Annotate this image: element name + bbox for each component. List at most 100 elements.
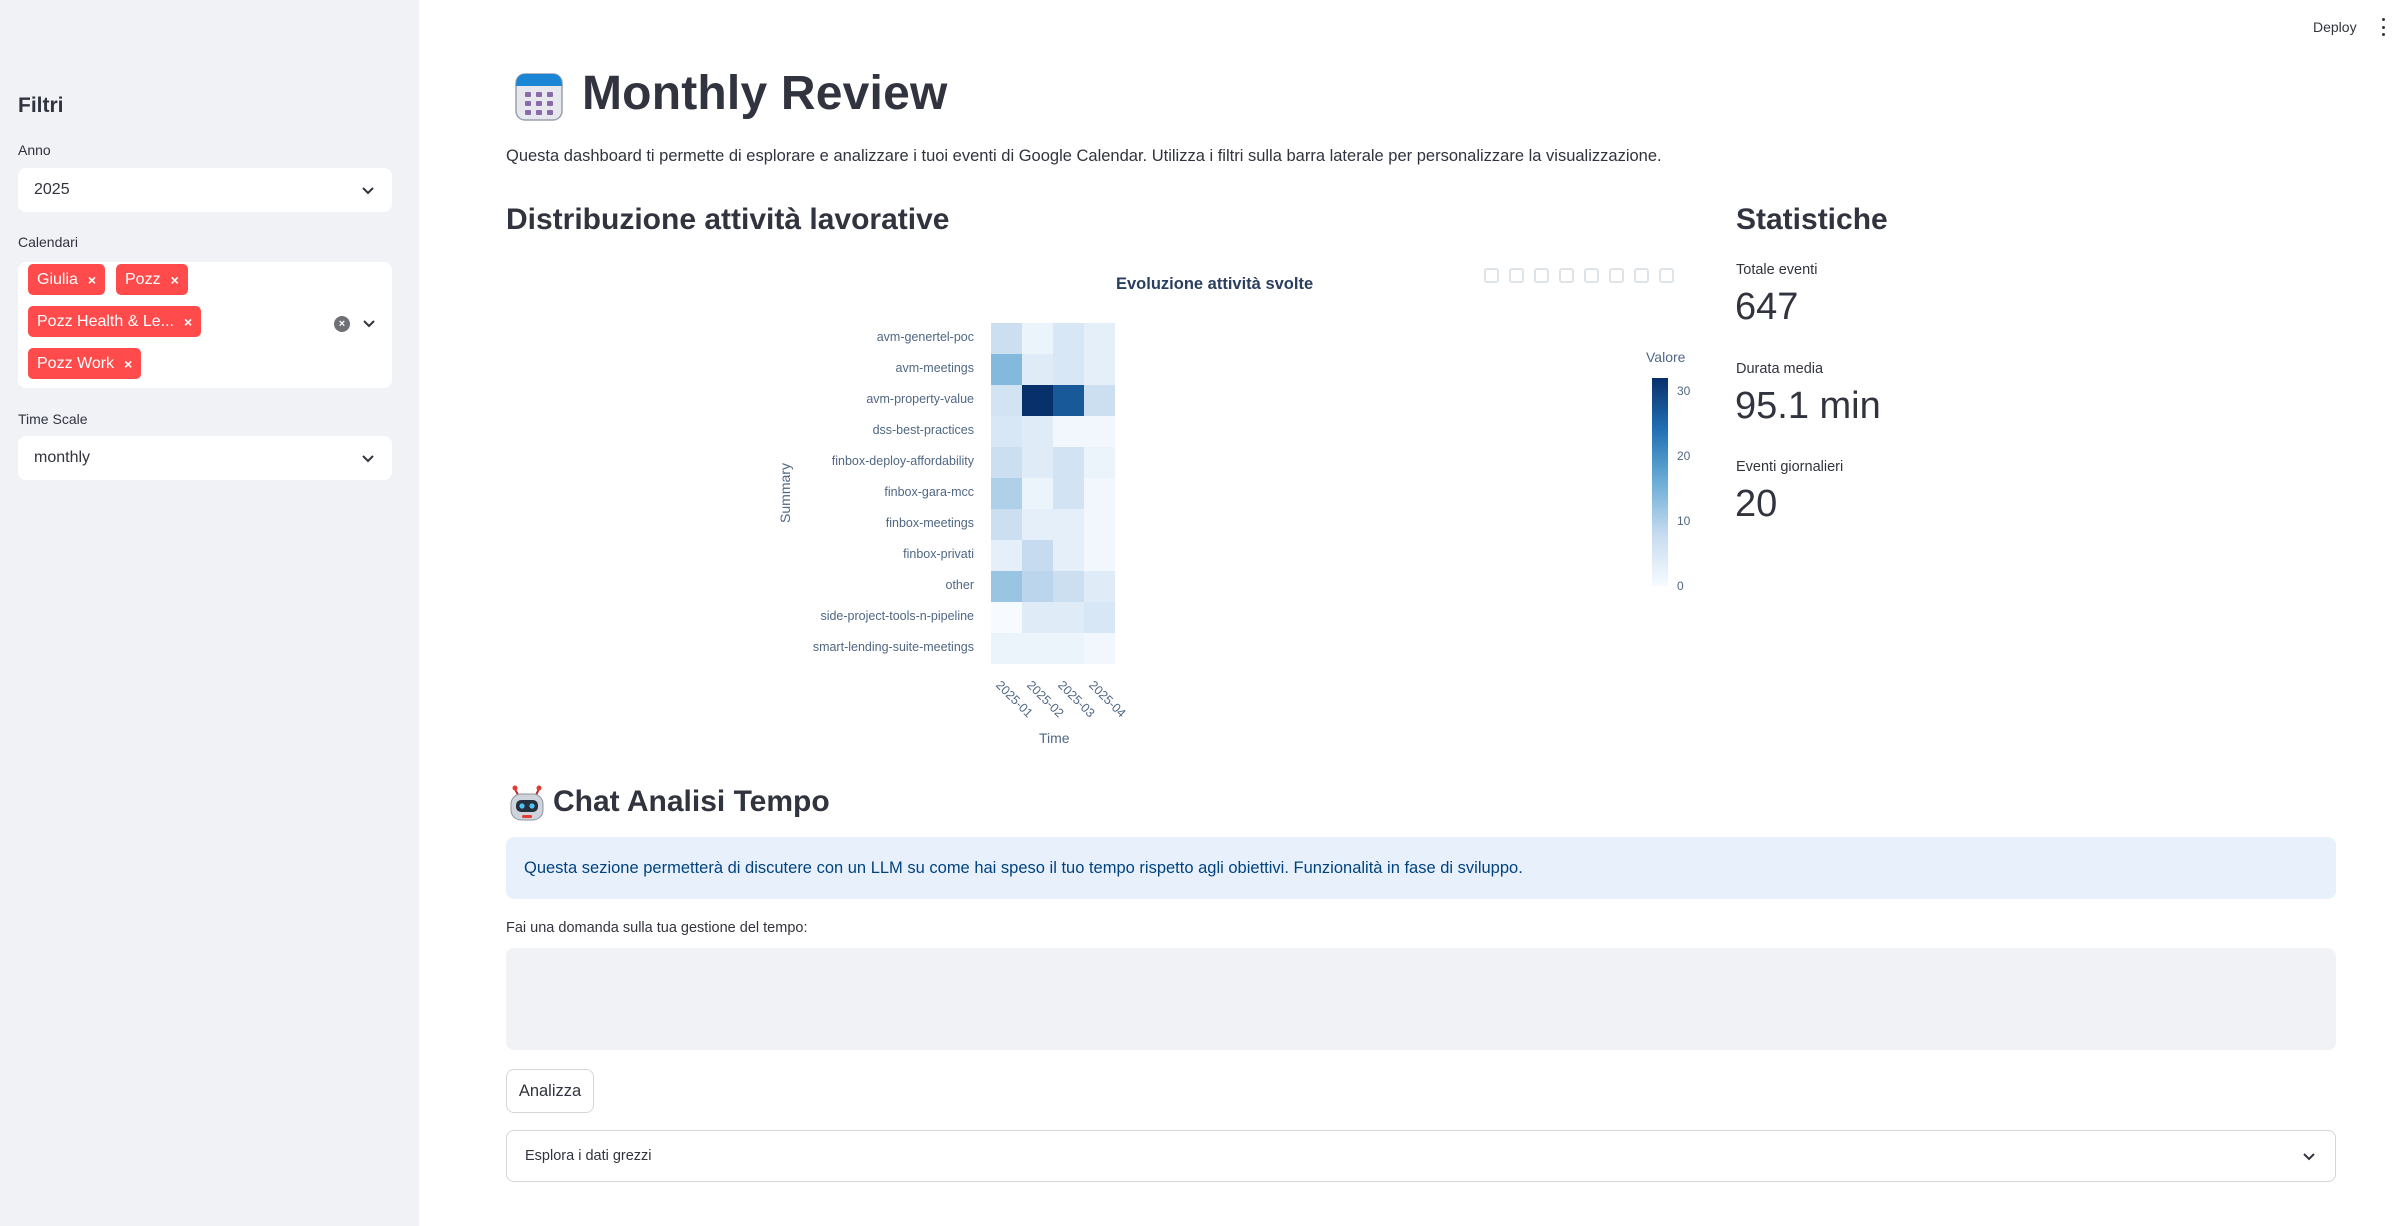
heatmap-cell[interactable] — [991, 509, 1022, 540]
heatmap-cell[interactable] — [1022, 571, 1053, 602]
heatmap-cell[interactable] — [1084, 478, 1115, 509]
heatmap-cell[interactable] — [1084, 509, 1115, 540]
heatmap-cell[interactable] — [1053, 602, 1084, 633]
colorbar-tick: 0 — [1677, 579, 1684, 593]
intro-text: Questa dashboard ti permette di esplorar… — [506, 147, 1662, 165]
page-title: Monthly Review — [582, 67, 948, 120]
heatmap-cell[interactable] — [1022, 354, 1053, 385]
heatmap-cell[interactable] — [991, 571, 1022, 602]
zoom-icon[interactable] — [1509, 268, 1524, 283]
question-label: Fai una domanda sulla tua gestione del t… — [506, 920, 808, 936]
heatmap-cell[interactable] — [1022, 416, 1053, 447]
info-text: Questa sezione permetterà di discutere c… — [524, 858, 1523, 877]
heatmap-cell[interactable] — [1053, 633, 1084, 664]
heatmap-cell[interactable] — [1022, 540, 1053, 571]
clear-all-icon[interactable]: × — [334, 316, 350, 332]
sidebar: Filtri Anno 2025 Calendari Giulia × Pozz… — [0, 0, 419, 1226]
heatmap-cell[interactable] — [1084, 633, 1115, 664]
chevron-down-icon — [360, 182, 376, 198]
expander-label: Esplora i dati grezzi — [525, 1148, 652, 1164]
heatmap-cell[interactable] — [1053, 509, 1084, 540]
zoom-out-icon[interactable] — [1634, 268, 1649, 283]
remove-tag-icon[interactable]: × — [184, 314, 192, 330]
chevron-down-icon — [2301, 1148, 2317, 1164]
deploy-button[interactable]: Deploy — [2313, 19, 2357, 35]
box-select-icon[interactable] — [1559, 268, 1574, 283]
heatmap-cell[interactable] — [1084, 416, 1115, 447]
heatmap-cell[interactable] — [1022, 633, 1053, 664]
chevron-down-icon[interactable] — [361, 315, 377, 331]
heatmap-cell[interactable] — [991, 323, 1022, 354]
calendar-tag-pozz-work: Pozz Work × — [28, 348, 142, 379]
calendars-multiselect[interactable]: Giulia × Pozz × Pozz Health & Le... × Po… — [18, 262, 392, 388]
heatmap-cell[interactable] — [991, 385, 1022, 416]
chart-title: Evoluzione attività svolte — [1116, 275, 1314, 293]
y-tick-label: finbox-gara-mcc — [884, 485, 974, 499]
metric-label-total-events: Totale eventi — [1736, 262, 1818, 278]
heatmap-cell[interactable] — [1053, 323, 1084, 354]
time-scale-select[interactable]: monthly — [18, 436, 392, 480]
y-tick-label: finbox-deploy-affordability — [831, 454, 974, 468]
heatmap-cell[interactable] — [991, 478, 1022, 509]
pan-icon[interactable] — [1534, 268, 1549, 283]
info-alert: Questa sezione permetterà di discutere c… — [506, 837, 2336, 899]
metric-label-daily-events: Eventi giornalieri — [1736, 459, 1844, 475]
y-tick-label: dss-best-practices — [872, 423, 974, 437]
heatmap-cell[interactable] — [1084, 602, 1115, 633]
heatmap-cell[interactable] — [1022, 385, 1053, 416]
metric-label-avg-duration: Durata media — [1736, 361, 1824, 377]
heatmap-cell[interactable] — [1053, 571, 1084, 602]
vertical-dots-icon[interactable] — [2380, 18, 2386, 36]
year-label: Anno — [18, 142, 51, 158]
heatmap-cell[interactable] — [991, 447, 1022, 478]
y-tick-label: avm-meetings — [895, 361, 975, 375]
heatmap-cell[interactable] — [1022, 602, 1053, 633]
y-tick-label: side-project-tools-n-pipeline — [820, 609, 974, 623]
year-select[interactable]: 2025 — [18, 168, 392, 212]
heatmap-cell[interactable] — [1022, 323, 1053, 354]
heatmap-cell[interactable] — [1084, 354, 1115, 385]
lasso-icon[interactable] — [1584, 268, 1599, 283]
metric-value-avg-duration: 95.1 min — [1735, 385, 1881, 427]
y-tick-label: other — [945, 578, 975, 592]
question-textarea[interactable] — [506, 948, 2336, 1050]
robot-icon — [507, 783, 547, 823]
heatmap-cell[interactable] — [1084, 385, 1115, 416]
remove-tag-icon[interactable]: × — [171, 272, 179, 288]
reset-axes-icon[interactable] — [1659, 268, 1674, 283]
analyze-button[interactable]: Analizza — [506, 1069, 594, 1113]
heatmap-cell[interactable] — [1053, 385, 1084, 416]
heatmap-cell[interactable] — [1084, 571, 1115, 602]
colorbar-title: Valore — [1646, 349, 1686, 365]
y-tick-label: avm-genertel-poc — [876, 330, 974, 344]
heatmap-cell[interactable] — [1053, 540, 1084, 571]
heatmap-cell[interactable] — [991, 354, 1022, 385]
remove-tag-icon[interactable]: × — [88, 272, 96, 288]
raw-data-expander[interactable]: Esplora i dati grezzi — [506, 1130, 2336, 1182]
heatmap-cell[interactable] — [1022, 478, 1053, 509]
heatmap-cell[interactable] — [1053, 447, 1084, 478]
zoom-in-icon[interactable] — [1609, 268, 1624, 283]
time-scale-value: monthly — [34, 449, 91, 466]
heatmap-cell[interactable] — [991, 633, 1022, 664]
chevron-down-icon — [360, 450, 376, 466]
y-tick-label: finbox-meetings — [885, 516, 974, 530]
heatmap-cell[interactable] — [1084, 323, 1115, 354]
colorbar-tick: 10 — [1677, 514, 1691, 528]
calendar-tag-giulia: Giulia × — [28, 264, 106, 295]
chart-modebar[interactable] — [1484, 268, 1674, 283]
colorbar — [1652, 378, 1668, 586]
heatmap-cell[interactable] — [1053, 416, 1084, 447]
calendar-tag-pozz: Pozz × — [116, 264, 188, 295]
heatmap-cell[interactable] — [1084, 447, 1115, 478]
remove-tag-icon[interactable]: × — [124, 356, 132, 372]
heatmap-cell[interactable] — [1022, 447, 1053, 478]
heatmap-cell[interactable] — [991, 416, 1022, 447]
heatmap-cell[interactable] — [1053, 478, 1084, 509]
heatmap-cell[interactable] — [1053, 354, 1084, 385]
heatmap-cell[interactable] — [991, 540, 1022, 571]
heatmap-cell[interactable] — [991, 602, 1022, 633]
camera-icon[interactable] — [1484, 268, 1499, 283]
heatmap-cell[interactable] — [1084, 540, 1115, 571]
heatmap-cell[interactable] — [1022, 509, 1053, 540]
